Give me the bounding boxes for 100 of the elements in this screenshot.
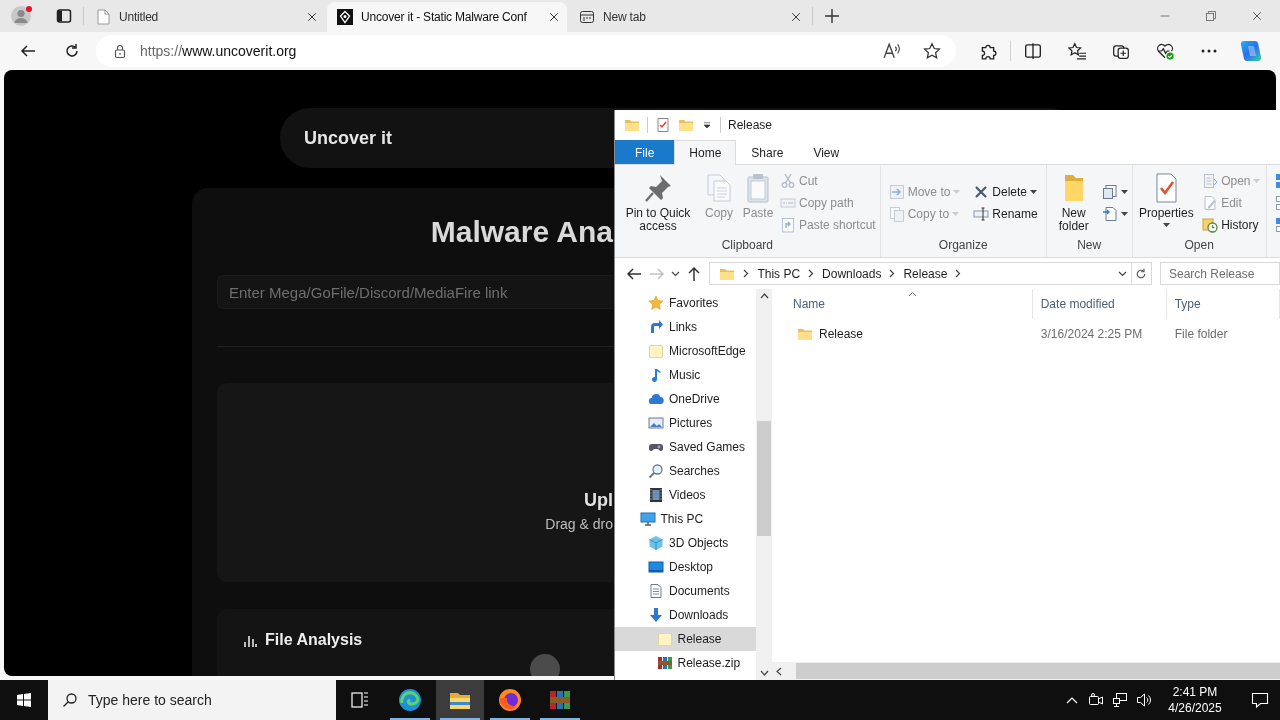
column-header[interactable]: Name bbox=[785, 289, 1033, 319]
link-arrow-icon bbox=[648, 319, 664, 335]
upload-dropzone[interactable]: Upl Drag & dro bbox=[217, 383, 613, 582]
address-url[interactable]: https://www.uncoverit.org bbox=[140, 43, 866, 59]
nav-item[interactable]: OneDrive bbox=[615, 387, 756, 411]
browser-tab[interactable]: Uncover it - Static Malware Conf bbox=[327, 2, 567, 32]
computer-icon bbox=[639, 511, 656, 527]
browser-tab[interactable]: New tab bbox=[569, 2, 809, 32]
breadcrumb[interactable]: Downloads bbox=[822, 266, 882, 281]
restore-icon bbox=[1205, 10, 1217, 22]
refresh-button[interactable] bbox=[1131, 262, 1152, 285]
ribbon-tab[interactable]: View bbox=[798, 140, 855, 164]
customize-toolbar-button[interactable] bbox=[701, 119, 713, 131]
nav-scrollbar[interactable] bbox=[756, 289, 772, 680]
chevron-right-icon bbox=[955, 269, 962, 278]
scissors-icon bbox=[780, 173, 796, 189]
scrollbar-thumb[interactable] bbox=[796, 663, 1280, 679]
ribbon-tab[interactable]: Home bbox=[674, 140, 737, 165]
pushpin-icon bbox=[642, 172, 674, 204]
plus-icon bbox=[824, 8, 840, 24]
file-menu-tab[interactable]: File bbox=[615, 140, 675, 164]
chevron-down-icon bbox=[670, 270, 680, 277]
ribbon-tab[interactable]: Share bbox=[736, 140, 799, 164]
assistant-logo-icon bbox=[1239, 39, 1263, 63]
nav-item[interactable]: Music bbox=[615, 363, 756, 387]
nav-item[interactable]: 3D Objects bbox=[615, 531, 756, 555]
close-icon bbox=[306, 11, 318, 23]
file-name[interactable]: Release bbox=[819, 326, 864, 341]
start-logo-icon bbox=[16, 692, 32, 708]
site-logo-icon bbox=[337, 9, 353, 25]
browser-tab[interactable]: Untitled bbox=[85, 2, 325, 32]
nav-item[interactable]: Saved Games bbox=[615, 435, 756, 459]
new-item-icon bbox=[1101, 184, 1118, 200]
heart-pulse-icon bbox=[1156, 42, 1174, 60]
open-icon bbox=[1202, 173, 1219, 189]
column-header[interactable]: Type bbox=[1166, 289, 1280, 319]
nav-item[interactable]: Searches bbox=[615, 459, 756, 483]
horizontal-scrollbar[interactable] bbox=[772, 662, 1280, 680]
column-header[interactable]: Date modified bbox=[1032, 289, 1167, 319]
task-view-icon bbox=[350, 690, 370, 710]
ribbon-group-label: New bbox=[1076, 237, 1103, 254]
rename-button[interactable]: Rename bbox=[971, 203, 1040, 225]
network-icon bbox=[1112, 692, 1128, 708]
file-explorer-taskbar-button[interactable] bbox=[436, 680, 484, 720]
page-title: Malware Ana bbox=[430, 214, 613, 250]
cube-icon bbox=[648, 535, 664, 551]
ribbon-group-label: Clipboard bbox=[720, 237, 775, 254]
breadcrumb[interactable]: This PC bbox=[757, 266, 801, 281]
volume-icon bbox=[1136, 692, 1152, 708]
search-icon bbox=[62, 692, 78, 708]
camera-icon bbox=[1088, 692, 1104, 708]
nav-item[interactable]: Links bbox=[615, 315, 756, 339]
search-field[interactable]: Type here to search bbox=[48, 680, 336, 720]
chevron-up-icon bbox=[1066, 696, 1078, 704]
nav-item[interactable]: Videos bbox=[615, 483, 756, 507]
nav-item[interactable]: Pictures bbox=[615, 411, 756, 435]
nav-item[interactable]: This PC bbox=[615, 507, 756, 531]
new-tab-page-icon bbox=[579, 9, 595, 25]
properties-button[interactable]: Properties bbox=[1135, 169, 1197, 231]
nav-item[interactable]: Favorites bbox=[615, 291, 756, 315]
ribbon-group-label: Organize bbox=[937, 237, 989, 254]
star-icon bbox=[648, 295, 664, 311]
folder-icon bbox=[678, 117, 694, 133]
document-icon bbox=[95, 9, 111, 25]
nav-item[interactable]: Release.zip bbox=[615, 651, 756, 675]
link-input-field[interactable]: Enter Mega/GoFile/Discord/MediaFire link bbox=[217, 275, 613, 309]
nav-item[interactable]: Release bbox=[615, 627, 756, 651]
sidebar-window-icon bbox=[56, 8, 72, 24]
clock-button[interactable]: 2:41 PM 4/26/2025 bbox=[1162, 680, 1228, 720]
search-field[interactable]: Search Release bbox=[1160, 262, 1280, 285]
upload-hint: Drag & dro bbox=[545, 515, 613, 533]
picture-icon bbox=[648, 415, 664, 431]
lock-icon bbox=[112, 43, 128, 59]
delete-button[interactable]: Delete bbox=[971, 181, 1040, 203]
bar-chart-icon bbox=[243, 633, 257, 647]
new-folder-button[interactable]: New folder bbox=[1048, 169, 1099, 236]
address-bar[interactable]: https://www.uncoverit.org bbox=[96, 35, 956, 67]
pin-button[interactable]: Pin to Quick access bbox=[617, 169, 699, 236]
scrollbar-thumb[interactable] bbox=[757, 421, 771, 536]
download-arrow-icon bbox=[648, 607, 664, 623]
chevron-right-icon bbox=[889, 269, 896, 278]
loading-circle bbox=[530, 654, 560, 676]
close-icon bbox=[548, 11, 560, 23]
close-icon bbox=[1251, 10, 1263, 22]
copy-to-icon bbox=[888, 206, 905, 222]
rename-icon bbox=[973, 206, 990, 222]
notification-icon bbox=[1251, 691, 1269, 709]
file-date: 3/16/2024 2:25 PM bbox=[1040, 326, 1143, 341]
nav-item[interactable]: Downloads bbox=[615, 603, 756, 627]
nav-item[interactable]: Desktop bbox=[615, 555, 756, 579]
breadcrumb[interactable]: Release bbox=[903, 266, 948, 281]
nav-item[interactable]: MicrosoftEdge bbox=[615, 339, 756, 363]
properties-quick-button[interactable] bbox=[655, 117, 671, 133]
folder-icon bbox=[648, 343, 664, 359]
delete-x-icon bbox=[973, 184, 990, 200]
cloud-icon bbox=[648, 391, 664, 407]
fox-globe-icon bbox=[498, 688, 522, 712]
address-bar[interactable]: This PC Downloads Release bbox=[709, 262, 1132, 285]
history-button[interactable]: History bbox=[1200, 214, 1263, 236]
nav-item[interactable]: Documents bbox=[615, 579, 756, 603]
